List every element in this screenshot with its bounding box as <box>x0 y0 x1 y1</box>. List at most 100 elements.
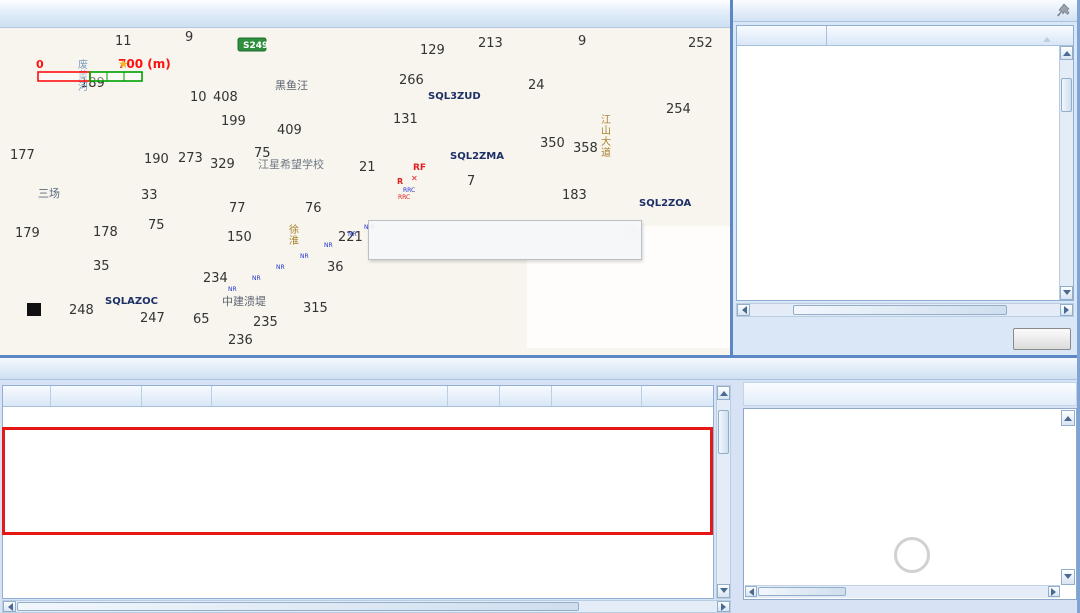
scroll-down-icon <box>1063 290 1071 299</box>
map-label: 408 <box>213 90 238 105</box>
map-label: 358 <box>573 141 598 156</box>
map-event-tooltip <box>368 220 642 260</box>
map-label: SQL2ZOA <box>639 198 692 209</box>
sig-col-tec[interactable] <box>448 386 500 406</box>
message-detail-tree[interactable] <box>746 411 1060 585</box>
map-label: ✕ <box>411 174 418 183</box>
horizontal-splitter[interactable] <box>0 355 1080 358</box>
map-label: 65 <box>193 312 210 327</box>
event-panel-title <box>733 0 1077 22</box>
map-label: 350 <box>540 136 565 151</box>
map-label: RRC <box>403 187 415 194</box>
scroll-right-button[interactable] <box>1060 304 1073 316</box>
scroll-left-button[interactable] <box>3 601 16 612</box>
scroll-left-button[interactable] <box>737 304 750 316</box>
map-label: 江星希望学校 <box>258 157 324 171</box>
map-label: R <box>397 177 403 186</box>
map-label: 183 <box>562 188 587 203</box>
main-toolbar <box>0 0 730 28</box>
scroll-down-button[interactable] <box>1060 286 1073 300</box>
map-canvas[interactable]: 1199213129252266254131241891040819940919… <box>0 28 731 355</box>
map-label: NR <box>252 275 261 282</box>
map-label: 129 <box>420 43 445 58</box>
map-label: SQL3ZUD <box>428 91 481 102</box>
detail-horizontal-scrollbar[interactable] <box>745 585 1060 598</box>
map-label: 178 <box>93 225 118 240</box>
event-horizontal-scrollbar[interactable] <box>736 303 1074 317</box>
scroll-down-button[interactable] <box>717 584 730 598</box>
event-list-panel <box>733 0 1077 355</box>
scrollbar-thumb[interactable] <box>758 587 846 596</box>
map-label: 213 <box>478 36 503 51</box>
pin-icon[interactable] <box>1057 3 1071 22</box>
map-label: 36 <box>327 260 344 275</box>
filter-button[interactable] <box>1013 328 1071 350</box>
scroll-right-button[interactable] <box>1048 586 1060 597</box>
map-label: 315 <box>303 301 328 316</box>
sig-col-channel[interactable] <box>142 386 212 406</box>
scale-bar-zero: 0 <box>36 58 44 71</box>
event-table-header <box>737 26 1073 46</box>
map-label: 236 <box>228 333 253 348</box>
map-label: 21 <box>359 160 376 175</box>
map-label: 35 <box>93 259 110 274</box>
map-vertical-label: 徐淮 <box>289 223 299 247</box>
map-label: 252 <box>688 36 713 51</box>
scroll-left-icon <box>745 588 754 596</box>
scroll-left-icon <box>4 603 13 611</box>
map-label: NR <box>276 264 285 271</box>
scrollbar-thumb[interactable] <box>17 602 579 611</box>
map-label: RRC <box>398 194 410 201</box>
signaling-table-header <box>3 386 713 407</box>
signaling-horizontal-scrollbar[interactable] <box>2 600 731 613</box>
map-label: 10 <box>190 90 207 105</box>
censored-block <box>643 284 731 300</box>
scroll-right-button[interactable] <box>717 601 730 612</box>
map-label: 179 <box>15 226 40 241</box>
map-label: 273 <box>178 151 203 166</box>
map-label: 黑鱼汪 <box>275 78 308 92</box>
sig-col-filler <box>642 386 713 406</box>
sig-col-sn[interactable] <box>3 386 51 406</box>
sort-indicator-icon <box>1043 33 1051 42</box>
vertical-splitter[interactable] <box>730 0 733 355</box>
detail-panel-title <box>743 382 1077 406</box>
sig-col-freq[interactable] <box>500 386 552 406</box>
map-label: RF <box>413 163 426 173</box>
sig-col-timestamp[interactable] <box>51 386 142 406</box>
event-col-event[interactable] <box>827 26 1073 45</box>
map-label: 177 <box>10 148 35 163</box>
scroll-up-button[interactable] <box>1061 410 1075 426</box>
scroll-down-button[interactable] <box>1061 569 1075 585</box>
map-label: NR <box>228 286 237 293</box>
map-label: 247 <box>140 311 165 326</box>
map-label: 266 <box>399 73 424 88</box>
scroll-up-button[interactable] <box>717 386 730 400</box>
map-vertical-label: 江山大道 <box>601 114 611 159</box>
map-label: 75 <box>148 218 165 233</box>
scroll-up-icon <box>1064 412 1072 421</box>
scroll-down-icon <box>720 588 728 597</box>
map-label: 7 <box>467 174 475 189</box>
map-label: 150 <box>227 230 252 245</box>
map-black-marker <box>27 303 41 316</box>
scroll-right-icon <box>721 603 730 611</box>
map-label: 329 <box>210 157 235 172</box>
signaling-vertical-scrollbar[interactable] <box>716 385 731 599</box>
map-label: 409 <box>277 123 302 138</box>
map-label: 11 <box>115 34 132 49</box>
scrollbar-thumb[interactable] <box>1061 78 1072 112</box>
map-label: 131 <box>393 112 418 127</box>
map-label: 235 <box>253 315 278 330</box>
scrollbar-thumb[interactable] <box>718 410 729 454</box>
map-label: 24 <box>528 78 545 93</box>
event-col-time[interactable] <box>737 26 827 45</box>
scroll-left-button[interactable] <box>745 586 757 597</box>
event-vertical-scrollbar[interactable] <box>1059 46 1073 300</box>
scroll-left-icon <box>738 306 747 314</box>
scrollbar-thumb[interactable] <box>793 305 1007 315</box>
sig-col-pci-rsrp[interactable] <box>552 386 642 406</box>
sig-col-message[interactable] <box>212 386 448 406</box>
scroll-right-icon <box>1064 306 1073 314</box>
scroll-up-button[interactable] <box>1060 46 1073 60</box>
